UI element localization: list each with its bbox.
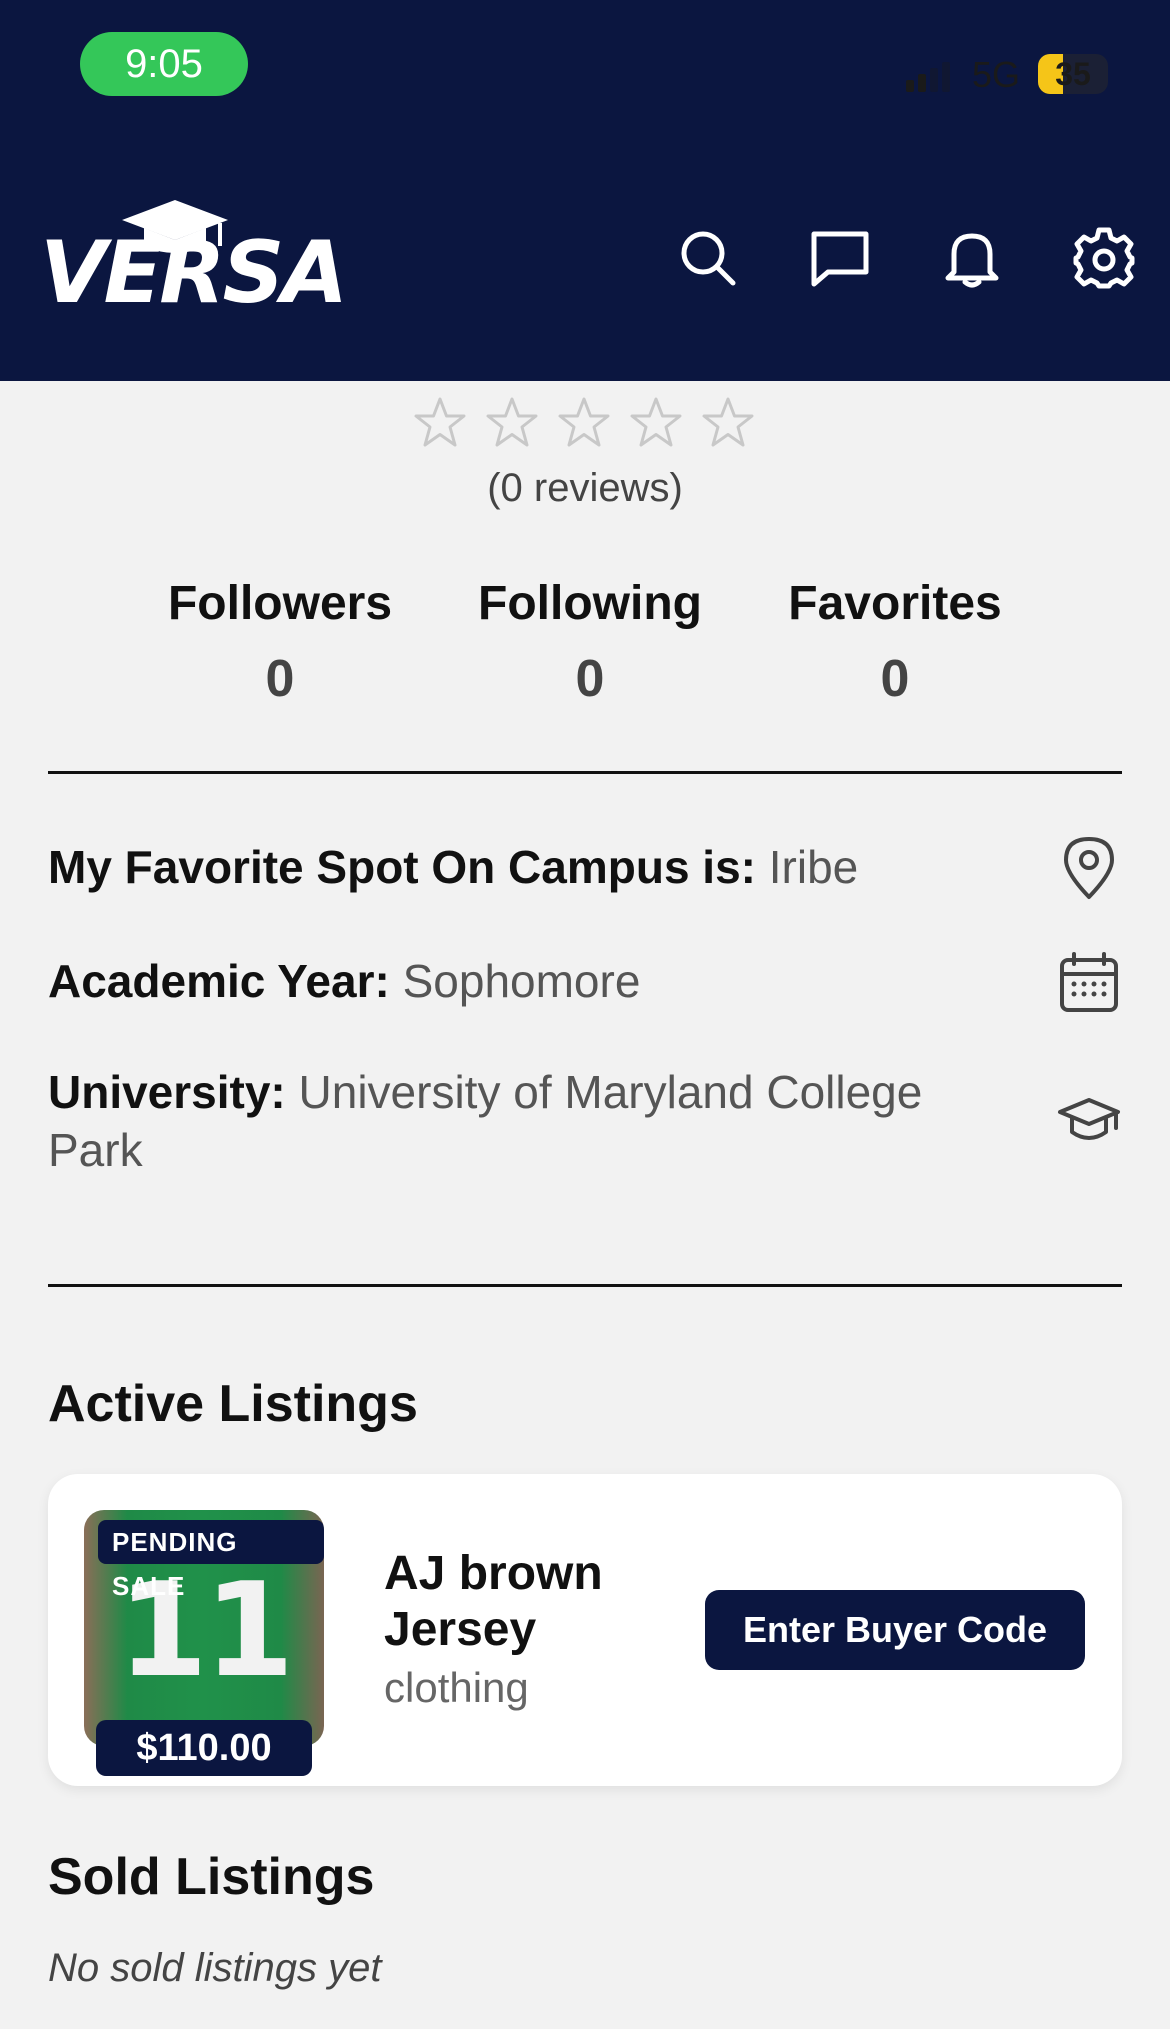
academic-year-label: Academic Year: [48,955,390,1007]
university-row: University: University of Maryland Colle… [48,1063,1008,1179]
chat-icon[interactable] [808,226,872,290]
stat-value: 0 [265,650,295,708]
network-type: 5G [972,54,1021,95]
listing-card[interactable]: 11 PENDING SALE $110.00 AJ brown Jersey … [48,1474,1122,1786]
listing-title[interactable]: AJ brown Jersey [384,1546,644,1658]
academic-year-row: Academic Year: Sophomore [48,952,1008,1010]
sold-listings-empty-text: No sold listings yet [48,1946,382,1990]
gear-icon[interactable] [1072,226,1136,290]
favorite-spot-label: My Favorite Spot On Campus is: [48,841,756,893]
bell-icon[interactable] [940,226,1004,290]
divider [48,1284,1122,1287]
stat-label: Followers [167,577,393,630]
battery-indicator: 35 [1038,54,1108,94]
signal-icon [906,62,950,92]
star-empty-icon [486,397,538,447]
pending-sale-badge: PENDING SALE [98,1520,324,1601]
stat-value: 0 [880,650,910,708]
price-badge: $110.00 [96,1720,312,1776]
stat-value: 0 [575,650,605,708]
star-empty-icon [630,397,682,447]
enter-buyer-code-button[interactable]: Enter Buyer Code [705,1590,1085,1670]
favorites-stat[interactable]: Favorites 0 [775,576,1015,709]
university-label: University: [48,1066,286,1118]
listing-category: clothing [384,1664,529,1711]
app-header: 9:05 5G 35 VERSA [0,0,1170,381]
calendar-icon [1056,950,1122,1016]
divider [48,771,1122,774]
battery-level: 35 [1055,56,1091,92]
star-empty-icon [414,397,466,447]
favorite-spot-row: My Favorite Spot On Campus is: Iribe [48,838,1008,896]
stat-label: Following [478,577,702,630]
stat-label: Favorites [788,577,1002,630]
location-pin-icon [1056,835,1122,901]
star-empty-icon [558,397,610,447]
rating-stars [412,396,760,452]
status-time: 9:05 [80,32,248,96]
logo-text: VERSA [40,223,348,323]
search-icon[interactable] [676,226,740,290]
listing-thumbnail[interactable]: 11 PENDING SALE [84,1510,324,1746]
reviews-count[interactable]: (0 reviews) [0,466,1170,511]
academic-year-value: Sophomore [402,955,641,1007]
following-stat[interactable]: Following 0 [470,576,710,709]
graduation-cap-icon [1056,1090,1122,1156]
star-empty-icon [702,397,754,447]
followers-stat[interactable]: Followers 0 [160,576,400,709]
sold-listings-title: Sold Listings [48,1848,375,1906]
active-listings-title: Active Listings [48,1375,418,1433]
favorite-spot-value: Iribe [768,841,859,893]
versa-logo[interactable]: VERSA [40,198,348,316]
